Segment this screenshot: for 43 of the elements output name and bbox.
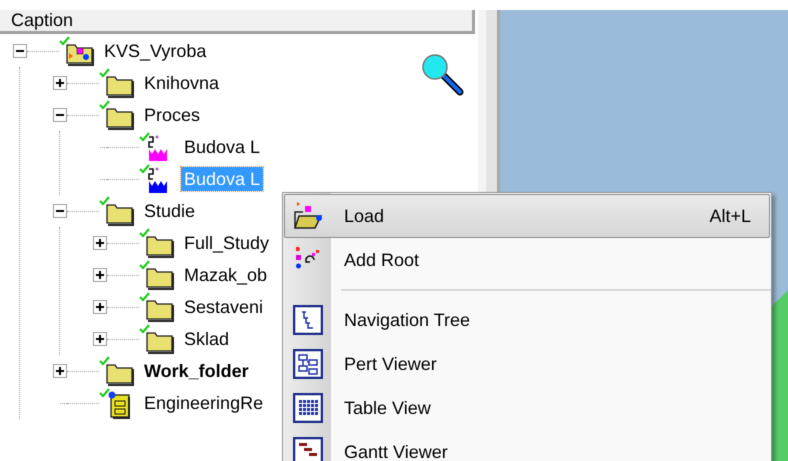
tree-item[interactable]: Sestaveni	[181, 295, 266, 319]
folder-icon	[99, 355, 135, 387]
menu-item[interactable]: Table View	[284, 386, 770, 430]
expand-toggle[interactable]	[93, 300, 107, 314]
tree-item[interactable]: Knihovna	[141, 71, 222, 95]
folder-icon	[139, 227, 175, 259]
tree-item[interactable]: EngineeringRe	[141, 391, 266, 415]
tree-item[interactable]: KVS_Vyroba	[101, 39, 210, 63]
menu-item[interactable]: Gantt Viewer	[284, 430, 770, 461]
tree-item[interactable]: Mazak_ob	[181, 263, 270, 287]
shortcut-label: Alt+L	[709, 204, 751, 228]
tree-view-icon	[293, 305, 323, 335]
menu-item[interactable]: Load Alt+L	[284, 194, 770, 238]
tree-item[interactable]: Work_folder	[141, 359, 252, 383]
search-icon[interactable]	[420, 52, 466, 98]
folder-icon	[139, 259, 175, 291]
folder-icon	[139, 323, 175, 355]
collapse-toggle[interactable]	[13, 44, 27, 58]
tree-item[interactable]: Sklad	[181, 327, 232, 351]
folder-icon	[99, 99, 135, 131]
expand-toggle[interactable]	[93, 268, 107, 282]
grid-icon	[293, 393, 323, 423]
expand-toggle[interactable]	[53, 76, 67, 90]
network-diagram-icon	[293, 349, 323, 379]
project-folder-icon	[59, 35, 95, 67]
folder-icon	[99, 195, 135, 227]
menu-item[interactable]: Add Root	[284, 238, 770, 282]
column-header: Caption	[0, 10, 475, 34]
tree-item[interactable]: Studie	[141, 199, 198, 223]
open-folder-icon	[292, 200, 324, 232]
collapse-toggle[interactable]	[53, 204, 67, 218]
gantt-chart-icon	[293, 437, 323, 461]
menu-item[interactable]: Pert Viewer	[284, 342, 770, 386]
expand-toggle[interactable]	[93, 236, 107, 250]
tree-item[interactable]: Budova L	[181, 135, 264, 159]
expand-toggle[interactable]	[53, 364, 67, 378]
folder-icon	[139, 291, 175, 323]
tree-item[interactable]: Proces	[141, 103, 204, 127]
tree-item[interactable]: Full_Study	[181, 231, 272, 255]
expand-toggle[interactable]	[93, 332, 107, 346]
folder-icon	[99, 67, 135, 99]
menu-item[interactable]: Navigation Tree	[284, 298, 770, 342]
collapse-toggle[interactable]	[53, 108, 67, 122]
